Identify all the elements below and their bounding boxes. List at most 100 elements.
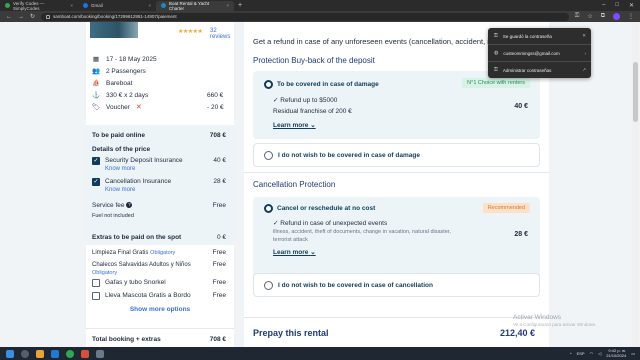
total-label: Total booking + extras xyxy=(92,336,161,343)
dates-text: 17 - 18 May 2025 xyxy=(106,55,157,63)
close-tab-icon[interactable]: × xyxy=(226,3,229,8)
extensions-icon[interactable]: ⧉ xyxy=(601,13,605,20)
notifications-icon[interactable]: ▭ xyxy=(631,351,635,356)
volume-icon[interactable]: ◁ xyxy=(598,351,601,356)
external-link-icon: ↗ xyxy=(582,67,586,72)
extra-item-amount: Free xyxy=(212,292,226,299)
learn-more-text: Learn more xyxy=(273,249,309,256)
site-info-icon[interactable] xyxy=(46,14,51,19)
extra-item-cleaning: Limpieza Final Gratis Obligatory xyxy=(92,249,175,256)
snorkel-checkbox[interactable] xyxy=(92,279,100,287)
close-tab-icon[interactable]: × xyxy=(70,3,73,8)
forward-arrow-icon[interactable]: → xyxy=(18,14,24,20)
top-choice-badge: N°1 Choice with renters xyxy=(462,78,530,88)
section-divider xyxy=(244,172,549,173)
new-tab-plus-icon[interactable]: + xyxy=(238,2,242,9)
extras-title: Extras to be paid on the spot xyxy=(92,234,182,241)
pet-checkbox[interactable] xyxy=(92,292,100,300)
browser-tab-gmail[interactable]: Gmail × xyxy=(78,1,156,11)
url-field[interactable]: samboat.com/booking/booking/17299612951-… xyxy=(41,12,569,21)
cancellation-radio-selected[interactable] xyxy=(264,204,273,213)
protection-price: 40 € xyxy=(514,103,528,110)
reload-icon[interactable]: ↻ xyxy=(30,13,35,20)
close-popup-icon[interactable]: ✕ xyxy=(582,33,586,39)
profile-avatar-icon[interactable] xyxy=(613,13,620,20)
back-arrow-icon[interactable]: ← xyxy=(6,14,12,20)
scrollbar-thumb[interactable] xyxy=(633,62,638,122)
obligatory-tag: Obligatory xyxy=(92,270,118,276)
tray-chevron-icon[interactable]: ^ xyxy=(570,351,572,356)
cancellation-learn-more-link[interactable]: Learn more ⌄ xyxy=(273,248,316,256)
lang-indicator[interactable]: ESP xyxy=(577,351,585,356)
reviews-link[interactable]: 32 reviews xyxy=(210,28,234,40)
protection-radio-selected[interactable] xyxy=(264,80,273,89)
key-icon: ⚿ xyxy=(494,33,498,39)
recommended-badge: Recommended xyxy=(482,203,530,213)
popup-manage-row[interactable]: ⚿ Administrar contraseñas ↗ xyxy=(494,67,586,73)
chevron-down-icon: ⌄ xyxy=(310,122,316,129)
edge-icon[interactable] xyxy=(51,349,59,358)
protection-option-card[interactable]: To be covered in case of damage N°1 Choi… xyxy=(253,71,540,139)
chrome-icon[interactable] xyxy=(66,349,74,358)
clock[interactable]: 9:42 p. m. 21/10/2024 xyxy=(606,348,626,358)
search-icon[interactable] xyxy=(21,349,29,358)
cancellation-decline-card[interactable]: I do not wish to be covered in case of c… xyxy=(253,273,540,297)
app-icon[interactable] xyxy=(81,349,89,358)
sailboat-icon: ⛵ xyxy=(91,80,101,87)
passengers-text: 2 Passengers xyxy=(106,67,146,75)
popup-saved-text: Se guardó la contraseña xyxy=(502,33,552,39)
extra-item-pet-label: Lleva Mascota Gratis a Bordo xyxy=(105,292,191,299)
info-icon[interactable]: ? xyxy=(126,202,133,209)
cancellation-know-more-link[interactable]: Know more xyxy=(105,187,135,193)
boat-type-text: Bareboat xyxy=(106,79,133,87)
close-tab-icon[interactable]: × xyxy=(148,3,151,8)
boat-photo xyxy=(90,22,138,38)
popup-manage-text: Administrar contraseñas xyxy=(502,67,552,73)
protection-decline-card[interactable]: I do not wish to be covered in case of d… xyxy=(253,143,540,167)
popup-account-row[interactable]: ◍ custeommingss@gmail.com › xyxy=(494,50,586,56)
file-explorer-icon[interactable] xyxy=(36,349,44,358)
prepay-bar: Prepay this rental 212,40 € xyxy=(244,317,549,347)
security-deposit-amount: 40 € xyxy=(213,157,226,164)
star-bookmark-icon[interactable]: ☆ xyxy=(587,13,592,20)
show-more-options-link[interactable]: Show more options xyxy=(86,306,234,313)
minimize-icon[interactable]: – xyxy=(602,2,605,9)
maximize-icon[interactable]: □ xyxy=(615,2,619,9)
service-fee-row: Service fee ? xyxy=(92,202,133,209)
tab-title: Boat Rental & Yacht Charter xyxy=(169,0,210,11)
url-text: samboat.com/booking/booking/17299612951-… xyxy=(53,14,177,19)
voucher-amount: - 20 € xyxy=(207,103,224,111)
protection-decline-radio[interactable] xyxy=(264,151,273,160)
globe-icon: ◍ xyxy=(494,50,499,56)
browser-tab-samboat[interactable]: Boat Rental & Yacht Charter × xyxy=(156,0,234,11)
dates-row: ▦ 17 - 18 May 2025 xyxy=(92,55,157,64)
cancellation-option-card[interactable]: Cancel or reschedule at no cost Recommen… xyxy=(253,197,540,283)
refund-unexpected-line: ✓ Refund in case of unexpected events xyxy=(273,220,388,227)
refund-up-to-line: ✓ Refund up to $5000 xyxy=(273,97,338,104)
page-scrollbar[interactable] xyxy=(632,22,639,347)
protection-option-title: To be covered in case of damage xyxy=(277,81,379,88)
extra-item-amount: Free xyxy=(212,261,226,268)
remove-voucher-icon[interactable]: ✕ xyxy=(136,103,142,111)
menu-dots-icon[interactable]: ⋮ xyxy=(628,13,634,20)
key-icon[interactable]: ⚿ xyxy=(575,13,580,20)
rating-stars-icon: ★★★★★ xyxy=(178,29,203,35)
cancellation-decline-label: I do not wish to be covered in case of c… xyxy=(278,282,433,289)
cancellation-insurance-checkbox[interactable]: ✓ xyxy=(92,178,100,186)
browser-tab-simplycodes[interactable]: Verify Codes — SimplyCodes × xyxy=(0,1,78,11)
app-icon[interactable] xyxy=(96,349,104,358)
windows-start-icon[interactable] xyxy=(6,349,14,358)
close-window-icon[interactable]: ✕ xyxy=(629,2,634,9)
windows-taskbar: ^ ESP ◠ ◁ 9:42 p. m. 21/10/2024 ▭ xyxy=(0,347,640,360)
password-saved-popup: ⚿ Se guardó la contraseña ✕ ◍ custeommin… xyxy=(488,28,591,78)
prepay-label: Prepay this rental xyxy=(253,328,329,338)
security-know-more-link[interactable]: Know more xyxy=(105,166,135,172)
cancellation-decline-radio[interactable] xyxy=(264,281,273,290)
cancellation-option-title: Cancel or reschedule at no cost xyxy=(277,205,376,212)
extra-item-label: Limpieza Final Gratis xyxy=(92,250,149,256)
security-deposit-checkbox[interactable]: ✓ xyxy=(92,157,100,165)
wifi-icon[interactable]: ◠ xyxy=(590,351,594,356)
boat-type-row: ⛵ Bareboat xyxy=(91,79,133,88)
protection-learn-more-link[interactable]: Learn more ⌄ xyxy=(273,121,316,129)
cancellation-price: 28 € xyxy=(514,231,528,238)
